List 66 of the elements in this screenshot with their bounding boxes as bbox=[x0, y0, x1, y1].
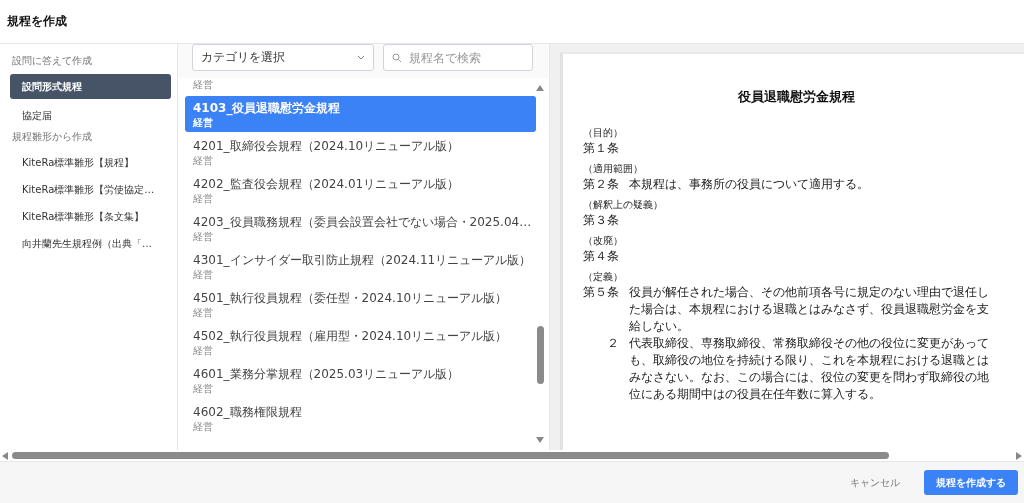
article-number: 第４条 bbox=[583, 248, 620, 265]
create-button[interactable]: 規程を作成する bbox=[924, 470, 1018, 495]
template-title: 4301_インサイダー取引防止規程（2024.11リニューアル版） bbox=[193, 252, 528, 268]
search-field[interactable]: 規程名で検索 bbox=[383, 44, 533, 71]
document-title: 役員退職慰労金規程 bbox=[737, 88, 856, 106]
template-title: 4201_取締役会規程（2024.10リニューアル版） bbox=[193, 138, 461, 154]
template-title: 4601_業務分掌規程（2025.03リニューアル版） bbox=[193, 366, 461, 382]
article-text: 本規程は、事務所の役員について適用する。 bbox=[629, 176, 870, 193]
scroll-right-icon bbox=[1016, 451, 1022, 460]
template-category: 経営 bbox=[193, 154, 214, 167]
sidebar-item[interactable]: KiteRa標準雛形【規程】 bbox=[10, 150, 171, 175]
section-label: 設問に答えて作成 bbox=[12, 54, 93, 68]
article-number: 第３条 bbox=[583, 212, 620, 229]
template-title: 4202_監査役会規程（2024.01リニューアル版） bbox=[193, 176, 461, 192]
template-list-item[interactable]: 経営 bbox=[185, 78, 536, 94]
template-list-item[interactable]: 4602_職務権限規程 経営 bbox=[185, 400, 536, 436]
search-input[interactable]: 規程名で検索 bbox=[407, 49, 517, 66]
article-number: 第２条 bbox=[583, 176, 620, 193]
template-title: 4103_役員退職慰労金規程 bbox=[193, 100, 342, 116]
sidebar-item[interactable]: KiteRa標準雛形【条文集】 bbox=[10, 204, 171, 229]
template-category: 経営 bbox=[193, 268, 214, 281]
template-title: 4203_役員職務規程（委員会設置会社でない場合・2025.04… bbox=[193, 214, 528, 230]
template-list-item[interactable]: 4203_役員職務規程（委員会設置会社でない場合・2025.04… 経営 bbox=[185, 210, 536, 246]
template-list-item[interactable]: 4502_執行役員規程（雇用型・2024.10リニューアル版） 経営 bbox=[185, 324, 536, 360]
template-list-item[interactable]: 4301_インサイダー取引防止規程（2024.11リニューアル版） 経営 bbox=[185, 248, 536, 284]
dialog-title: 規程を作成 bbox=[7, 13, 67, 30]
article-number: 第１条 bbox=[583, 140, 620, 157]
sidebar-item[interactable]: KiteRa標準雛形【労使協定… bbox=[10, 177, 171, 202]
article-heading: （適用範囲） bbox=[583, 162, 644, 176]
article-number: 第５条 bbox=[583, 284, 620, 301]
template-list-item[interactable]: 4202_監査役会規程（2024.01リニューアル版） 経営 bbox=[185, 172, 536, 208]
scroll-up-icon bbox=[535, 84, 545, 92]
scroll-down-icon bbox=[535, 436, 545, 444]
sidebar-item[interactable]: 設問形式規程 bbox=[10, 74, 171, 99]
template-category: 経営 bbox=[193, 230, 214, 243]
sidebar-item[interactable]: 協定届 bbox=[10, 103, 171, 128]
paragraph-text: 代表取締役、専務取締役、常務取締役その他の役位に変更があっても、取締役の地位を持続ける限り、これを本規程における退職とはみなさない。なお、この場合には、役位の変更を問わず取締役の地位にある期間中はの役員在任年数に算入する。 bbox=[629, 335, 989, 403]
paragraph-number: ２ bbox=[606, 335, 620, 352]
template-category: 経営 bbox=[193, 382, 214, 395]
template-list-item[interactable]: 4201_取締役会規程（2024.10リニューアル版） 経営 bbox=[185, 134, 536, 170]
template-title: 4502_執行役員規程（雇用型・2024.10リニューアル版） bbox=[193, 328, 509, 344]
article-heading: （解釈上の疑義） bbox=[583, 198, 664, 212]
section-label: 規程雛形から作成 bbox=[12, 130, 93, 144]
scrollbar-thumb[interactable] bbox=[12, 452, 889, 459]
category-dropdown[interactable]: カテゴリを選択 bbox=[192, 44, 374, 71]
template-category: 経営 bbox=[193, 78, 214, 91]
template-category: 経営 bbox=[193, 192, 214, 205]
template-category: 経営 bbox=[193, 420, 214, 433]
chevron-down-icon bbox=[357, 55, 365, 60]
article-heading: （改廃） bbox=[583, 234, 624, 248]
scroll-left-icon bbox=[2, 451, 8, 460]
template-title: 4501_執行役員規程（委任型・2024.10リニューアル版） bbox=[193, 290, 509, 306]
template-category: 経営 bbox=[193, 344, 214, 357]
scrollbar-thumb[interactable] bbox=[536, 326, 544, 384]
template-list-item[interactable]: 4103_役員退職慰労金規程 経営 bbox=[185, 96, 536, 132]
article-text: 役員が解任された場合、その他前項各号に規定のない理由で退任した場合は、本規程における退職とはみなさず、役員退職慰労金を支給しない。 bbox=[629, 284, 989, 335]
template-list-item[interactable]: 4601_業務分掌規程（2025.03リニューアル版） 経営 bbox=[185, 362, 536, 398]
sidebar-item[interactable]: 向井蘭先生規程例（出典「… bbox=[10, 231, 171, 256]
cancel-button[interactable]: キャンセル bbox=[838, 470, 912, 495]
template-title: 4602_職務権限規程 bbox=[193, 404, 303, 420]
article-heading: （目的） bbox=[583, 126, 624, 140]
template-category: 経営 bbox=[193, 306, 214, 319]
article-heading: （定義） bbox=[583, 270, 624, 284]
template-list-item[interactable]: 4501_執行役員規程（委任型・2024.10リニューアル版） 経営 bbox=[185, 286, 536, 322]
template-category: 経営 bbox=[193, 116, 214, 129]
search-icon bbox=[392, 52, 402, 63]
